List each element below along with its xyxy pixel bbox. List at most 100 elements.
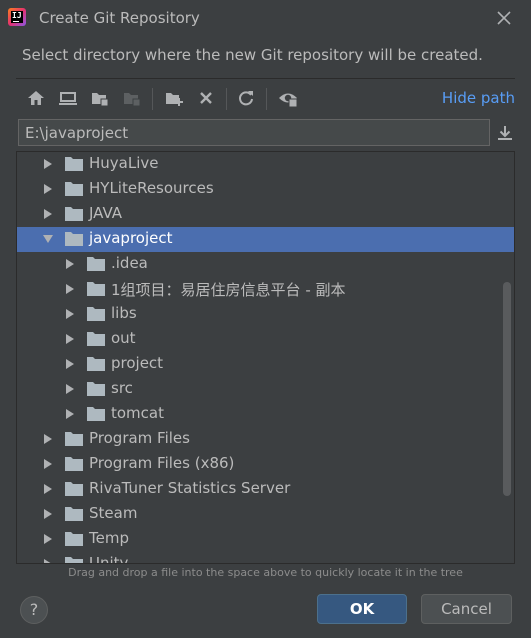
dialog-title: Create Git Repository xyxy=(39,9,200,27)
tree-row[interactable]: out xyxy=(17,327,514,352)
tree-row-label: Temp xyxy=(89,529,129,547)
file-chooser-toolbar xyxy=(24,86,324,112)
folder-icon xyxy=(65,482,83,496)
chevron-right-icon xyxy=(66,309,74,319)
dialog-description: Select directory where the new Git repos… xyxy=(22,46,483,64)
path-input[interactable] xyxy=(18,119,490,146)
tree-row[interactable]: HYLiteResources xyxy=(17,177,514,202)
module-folder-button[interactable] xyxy=(120,86,144,110)
folder-icon xyxy=(87,282,105,296)
tree-row[interactable]: .idea xyxy=(17,252,514,277)
drag-drop-hint: Drag and drop a file into the space abov… xyxy=(68,566,463,579)
toolbar-divider xyxy=(266,88,267,110)
tree-row[interactable]: Unity xyxy=(17,552,514,564)
refresh-icon xyxy=(239,91,253,106)
chevron-right-icon xyxy=(44,159,52,169)
chevron-right-icon xyxy=(66,409,74,419)
toolbar-divider xyxy=(226,88,227,110)
chevron-right-icon xyxy=(66,334,74,344)
tree-row[interactable]: HuyaLive xyxy=(17,152,514,177)
tree-row[interactable]: Program Files (x86) xyxy=(17,452,514,477)
directory-tree[interactable]: HuyaLive HYLiteResources JAVA javaproject .i… xyxy=(16,151,515,564)
folder-icon xyxy=(87,382,105,396)
folder-icon xyxy=(87,407,105,421)
tree-row[interactable]: RivaTuner Statistics Server xyxy=(17,477,514,502)
chevron-right-icon xyxy=(44,534,52,544)
tree-row-label: HuyaLive xyxy=(89,154,159,172)
tree-row-label: Steam xyxy=(89,504,138,522)
tree-row[interactable]: 1组项目：易居住房信息平台 - 副本 xyxy=(17,277,514,302)
chevron-right-icon xyxy=(66,359,74,369)
folder-icon xyxy=(87,257,105,271)
tree-row[interactable]: tomcat xyxy=(17,402,514,427)
project-folder-icon xyxy=(92,93,109,107)
tree-row[interactable]: src xyxy=(17,377,514,402)
tree-row-label: tomcat xyxy=(111,404,164,422)
desktop-icon xyxy=(59,92,77,105)
delete-button[interactable] xyxy=(194,86,218,110)
module-folder-icon xyxy=(124,93,141,107)
folder-icon xyxy=(87,307,105,321)
tree-row-label: src xyxy=(111,379,133,397)
ok-button[interactable]: OK xyxy=(317,594,407,624)
tree-row-label: project xyxy=(111,354,164,372)
chevron-right-icon xyxy=(44,459,52,469)
folder-icon xyxy=(65,232,83,246)
close-icon xyxy=(497,11,511,25)
tree-scrollbar[interactable] xyxy=(503,282,511,496)
tree-row-label: Program Files (x86) xyxy=(89,454,235,472)
tree-row[interactable]: Steam xyxy=(17,502,514,527)
refresh-path-button[interactable] xyxy=(496,124,514,142)
tree-row-label: HYLiteResources xyxy=(89,179,214,197)
tree-row-label: Unity xyxy=(89,554,129,564)
tree-row-label: 1组项目：易居住房信息平台 - 副本 xyxy=(111,281,346,299)
project-folder-button[interactable] xyxy=(88,86,112,110)
folder-icon xyxy=(65,557,83,563)
tree-row-label: Program Files xyxy=(89,429,190,447)
help-button[interactable]: ? xyxy=(20,596,48,624)
folder-icon xyxy=(87,357,105,371)
tree-row[interactable]: project xyxy=(17,352,514,377)
chevron-right-icon xyxy=(44,484,52,494)
chevron-right-icon xyxy=(44,184,52,194)
tree-row-label: .idea xyxy=(111,254,148,272)
desktop-button[interactable] xyxy=(56,86,80,110)
tree-row-label: out xyxy=(111,329,136,347)
folder-icon xyxy=(65,207,83,221)
chevron-right-icon xyxy=(66,259,74,269)
chevron-right-icon xyxy=(66,284,74,294)
delete-icon xyxy=(200,92,212,104)
chevron-right-icon xyxy=(44,509,52,519)
home-button[interactable] xyxy=(24,86,48,110)
folder-icon xyxy=(65,457,83,471)
show-hidden-icon xyxy=(279,93,298,108)
cancel-button[interactable]: Cancel xyxy=(421,594,512,624)
divider xyxy=(16,78,515,79)
tree-row[interactable]: Temp xyxy=(17,527,514,552)
close-button[interactable] xyxy=(494,8,514,28)
chevron-right-icon xyxy=(44,559,51,563)
show-hidden-button[interactable] xyxy=(276,86,300,110)
folder-icon xyxy=(65,532,83,546)
folder-icon xyxy=(65,157,83,171)
chevron-down-icon xyxy=(43,235,53,243)
download-icon xyxy=(498,126,512,140)
tree-row-label: libs xyxy=(111,304,137,322)
tree-row[interactable]: JAVA xyxy=(17,202,514,227)
refresh-button[interactable] xyxy=(234,86,258,110)
folder-icon xyxy=(65,182,83,196)
folder-icon xyxy=(87,332,105,346)
folder-icon xyxy=(65,432,83,446)
new-folder-icon xyxy=(166,93,183,106)
chevron-right-icon xyxy=(44,434,52,444)
tree-row[interactable]: javaproject xyxy=(17,227,514,252)
tree-row[interactable]: Program Files xyxy=(17,427,514,452)
home-icon xyxy=(28,91,44,105)
folder-icon xyxy=(65,507,83,521)
chevron-right-icon xyxy=(44,209,52,219)
new-folder-button[interactable] xyxy=(162,86,186,110)
tree-row-label: RivaTuner Statistics Server xyxy=(89,479,291,497)
intellij-idea-icon: IJ xyxy=(8,8,26,26)
hide-path-link[interactable]: Hide path xyxy=(442,89,515,107)
tree-row[interactable]: libs xyxy=(17,302,514,327)
